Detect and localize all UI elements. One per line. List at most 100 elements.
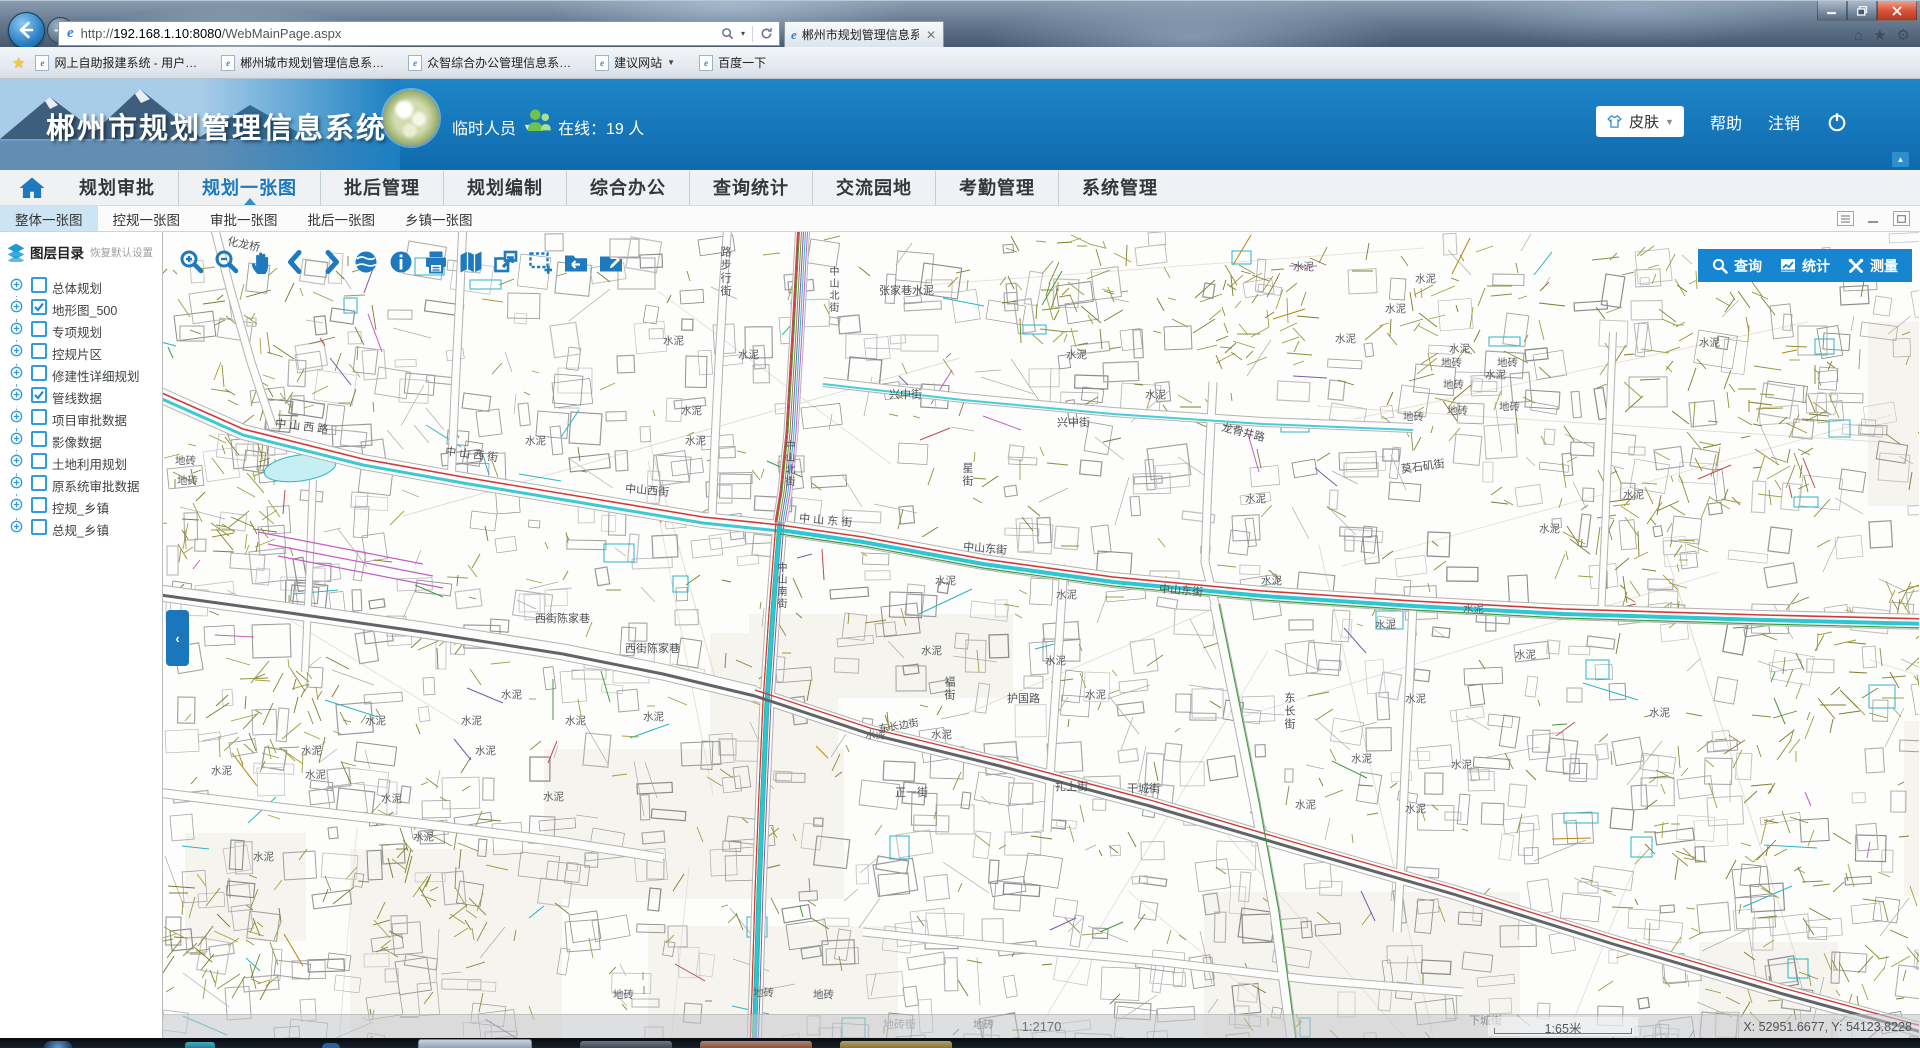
expand-plus-icon[interactable] [10, 454, 23, 472]
layer-item[interactable]: 地形图_500 [0, 296, 162, 318]
expand-plus-icon[interactable] [10, 410, 23, 428]
taskbar-tile-3[interactable] [700, 1041, 812, 1048]
expand-plus-icon[interactable] [10, 520, 23, 538]
nav-item[interactable]: 综合办公 [566, 171, 689, 205]
tab-close-icon[interactable]: ✕ [919, 28, 943, 42]
panel-collapse-tab[interactable]: ‹ [166, 610, 189, 666]
nav-item[interactable]: 规划审批 [56, 171, 178, 205]
frame-maximize-icon[interactable] [1893, 211, 1910, 226]
layer-item[interactable]: 项目审批数据 [0, 406, 162, 428]
header-collapse-button[interactable]: ▲ [1892, 152, 1909, 167]
subtab[interactable]: 批后一张图 [293, 206, 391, 231]
frame-minimize-icon[interactable] [1866, 212, 1881, 225]
favorite-item[interactable]: e网上自助报建系统 - 用户… [35, 54, 197, 71]
layer-item[interactable]: 控规片区 [0, 340, 162, 362]
favorites-star-icon[interactable]: ★ [1873, 26, 1886, 44]
nav-item[interactable]: 规划一张图 [178, 171, 320, 205]
layer-checkbox[interactable] [31, 321, 47, 337]
nav-item[interactable]: 规划编制 [443, 171, 566, 205]
user-avatar[interactable] [383, 90, 439, 146]
skin-button[interactable]: 皮肤▼ [1596, 106, 1684, 137]
map-tool-save-data-icon[interactable] [562, 248, 590, 276]
expand-plus-icon[interactable] [10, 476, 23, 494]
layer-checkbox[interactable] [31, 343, 47, 359]
browser-back-button[interactable] [8, 12, 45, 49]
help-link[interactable]: 帮助 [1710, 110, 1742, 134]
refresh-icon[interactable] [760, 27, 773, 40]
map-action-search[interactable]: 查询 [1712, 256, 1762, 276]
favorite-item[interactable]: e众智综合办公管理信息系… [408, 54, 571, 71]
nav-item[interactable]: 批后管理 [320, 171, 443, 205]
layer-item[interactable]: 修建性详细规划 [0, 362, 162, 384]
layer-item[interactable]: 管线数据 [0, 384, 162, 406]
map-tool-edit-data-icon[interactable] [597, 248, 625, 276]
layer-checkbox[interactable] [31, 431, 47, 447]
layer-checkbox[interactable] [31, 387, 47, 403]
subtab[interactable]: 乡镇一张图 [390, 206, 488, 231]
map-tool-open-window-icon[interactable] [492, 248, 520, 276]
layer-checkbox[interactable] [31, 497, 47, 513]
map-action-stats[interactable]: 统计 [1780, 256, 1830, 276]
layer-item[interactable]: 总体规划 [0, 274, 162, 296]
layer-item[interactable]: 专项规划 [0, 318, 162, 340]
search-icon[interactable] [721, 27, 734, 40]
nav-item[interactable]: 系统管理 [1058, 171, 1181, 205]
expand-plus-icon[interactable] [10, 300, 23, 318]
layer-checkbox[interactable] [31, 519, 47, 535]
nav-item[interactable]: 交流园地 [812, 171, 935, 205]
layer-checkbox[interactable] [31, 409, 47, 425]
map-viewport[interactable]: 化龙桥路步行街中山北街中山北街张家巷水泥中 山 西 路中 山 西 街中山西街中 … [163, 232, 1920, 1038]
taskbar-tile-4[interactable] [840, 1041, 952, 1048]
taskbar-icon-messenger[interactable] [185, 1042, 215, 1048]
subtab[interactable]: 审批一张图 [195, 206, 293, 231]
layer-checkbox[interactable] [31, 277, 47, 293]
layer-checkbox[interactable] [31, 365, 47, 381]
favorites-add-star-icon[interactable]: ★ [12, 54, 25, 72]
layer-item[interactable]: 总规_乡镇 [0, 516, 162, 538]
layer-item[interactable]: 原系统审批数据 [0, 472, 162, 494]
map-tool-identify-icon[interactable] [387, 248, 415, 276]
layer-checkbox[interactable] [31, 299, 47, 315]
taskbar-start-orb[interactable] [44, 1041, 72, 1048]
map-action-measure[interactable]: 测量 [1848, 256, 1898, 276]
expand-plus-icon[interactable] [10, 388, 23, 406]
user-menu[interactable]: 临时人员▼ [452, 115, 532, 139]
layer-reset-link[interactable]: 恢复默认设置 [90, 245, 153, 260]
expand-plus-icon[interactable] [10, 344, 23, 362]
search-dropdown-caret[interactable]: ▾ [741, 29, 745, 38]
map-tool-zoom-in-icon[interactable] [177, 248, 205, 276]
map-tool-overview-map-icon[interactable] [457, 248, 485, 276]
map-tool-next-view-icon[interactable] [317, 248, 345, 276]
expand-plus-icon[interactable] [10, 432, 23, 450]
nav-home-icon[interactable] [18, 174, 46, 202]
layer-item[interactable]: 控规_乡镇 [0, 494, 162, 516]
power-icon[interactable] [1826, 111, 1848, 133]
layer-checkbox[interactable] [31, 475, 47, 491]
windows-taskbar[interactable] [0, 1038, 1920, 1048]
layer-checkbox[interactable] [31, 453, 47, 469]
browser-tab[interactable]: e 郴州市规划管理信息系统 ✕ [784, 21, 944, 47]
layer-item[interactable]: 影像数据 [0, 428, 162, 450]
expand-plus-icon[interactable] [10, 366, 23, 384]
expand-plus-icon[interactable] [10, 498, 23, 516]
expand-plus-icon[interactable] [10, 278, 23, 296]
logout-link[interactable]: 注销 [1768, 110, 1800, 134]
settings-gear-icon[interactable]: ⚙ [1897, 26, 1910, 44]
subtab[interactable]: 控规一张图 [98, 206, 196, 231]
address-bar[interactable]: e http://192.168.1.10:8080/WebMainPage.a… [58, 21, 780, 46]
map-tool-zoom-out-icon[interactable] [212, 248, 240, 276]
taskbar-icon-app[interactable] [322, 1043, 340, 1048]
favorite-item[interactable]: e百度一下 [699, 54, 766, 71]
nav-item[interactable]: 考勤管理 [935, 171, 1058, 205]
nav-item[interactable]: 查询统计 [689, 171, 812, 205]
taskbar-tile-active[interactable] [418, 1039, 532, 1048]
window-minimize-button[interactable] [1817, 1, 1847, 21]
map-tool-full-extent-icon[interactable] [352, 248, 380, 276]
taskbar-tile-2[interactable] [580, 1041, 672, 1048]
map-tool-print-icon[interactable] [422, 248, 450, 276]
map-tool-previous-view-icon[interactable] [282, 248, 310, 276]
map-tool-select-area-icon[interactable] [527, 248, 555, 276]
subtab[interactable]: 整体一张图 [0, 206, 98, 231]
window-restore-button[interactable] [1847, 1, 1877, 21]
map-tool-pan-icon[interactable] [247, 248, 275, 276]
